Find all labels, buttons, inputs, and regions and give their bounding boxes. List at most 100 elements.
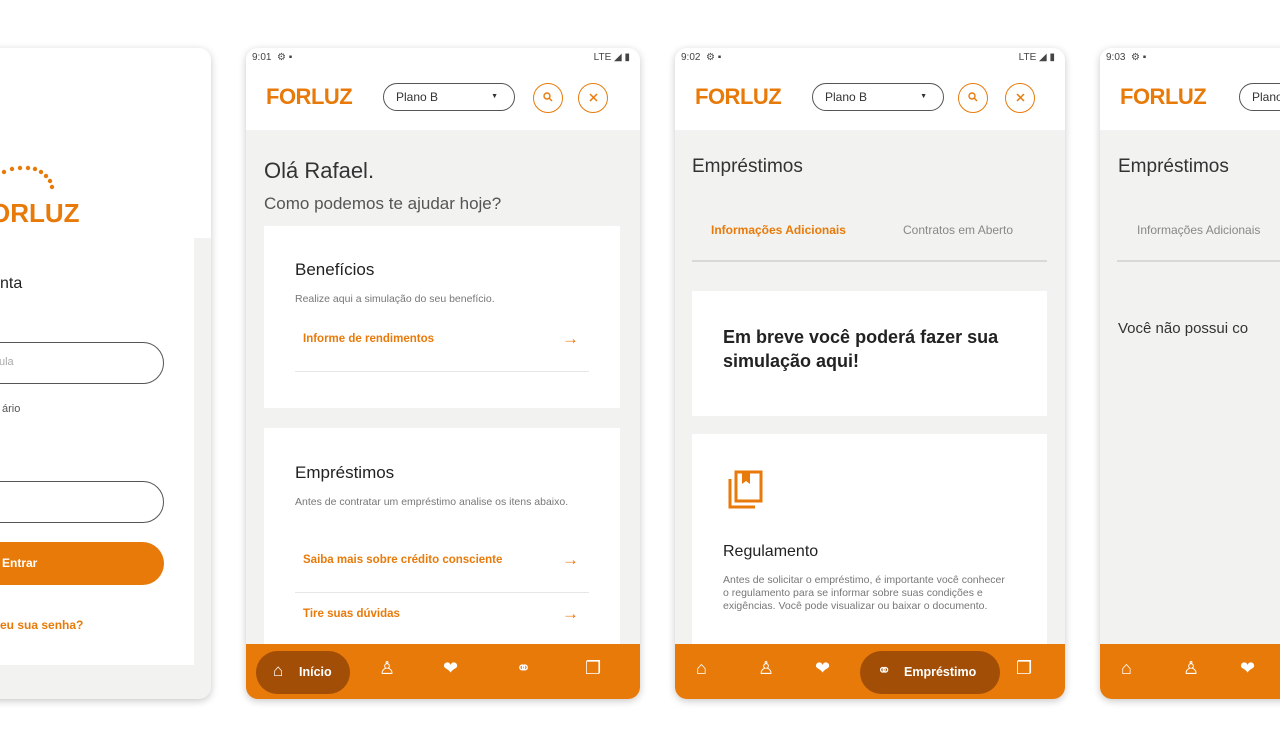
tab-informacoes-adicionais[interactable]: Informações Adicionais — [711, 223, 846, 237]
chevron-down-icon: ▼ — [920, 93, 927, 100]
close-icon — [588, 93, 598, 102]
link-tire-duvidas[interactable]: Tire suas dúvidas → — [295, 592, 589, 647]
search-icon — [968, 92, 978, 102]
bottom-navigation: ⌂ Início ♙ ❤ ⚭ ❐ — [246, 644, 640, 699]
plan-select[interactable]: Plano — [1239, 83, 1280, 111]
nav-emprestimo[interactable]: ⚭ — [516, 658, 531, 679]
login-title: nta — [0, 275, 23, 292]
search-icon — [543, 92, 553, 102]
search-button[interactable] — [958, 83, 988, 113]
link-label: Informe de rendimentos — [303, 333, 434, 345]
phone-home-screen: 9:01 ⚙ ▪ LTE ◢ ▮ FORLUZ Plano B ▼ Olá Ra… — [246, 48, 640, 699]
tab-divider — [1117, 260, 1280, 262]
home-icon: ⌂ — [696, 658, 707, 678]
login-card: nta ula ário Entrar eu sua senha? — [0, 238, 194, 665]
nav-label: Empréstimo — [904, 665, 977, 679]
handshake-icon: ⚭ — [516, 658, 532, 678]
regulamento-title: Regulamento — [723, 543, 819, 560]
nav-inicio[interactable]: ⌂ — [696, 658, 707, 679]
tab-informacoes-adicionais[interactable]: Informações Adicionais — [1137, 223, 1260, 237]
arrow-right-icon: → — [562, 550, 579, 569]
close-button[interactable] — [1005, 83, 1035, 113]
status-time: 9:01 ⚙ ▪ — [252, 52, 293, 63]
greeting-subtitle: Como podemos te ajudar hoje? — [264, 194, 502, 213]
page-title: Empréstimos — [692, 156, 803, 177]
arrow-right-icon: → — [562, 604, 579, 623]
app-logo: ORLUZ — [0, 198, 80, 228]
search-button[interactable] — [533, 83, 563, 113]
nav-documentos[interactable]: ❐ — [585, 658, 601, 679]
chevron-down-icon: ▼ — [491, 93, 498, 100]
beneficios-card: Benefícios Realize aqui a simulação do s… — [264, 226, 620, 408]
card-description: Antes de contratar um empréstimo analise… — [295, 496, 569, 508]
emprestimos-card: Empréstimos Antes de contratar um emprés… — [264, 428, 620, 658]
nav-person[interactable]: ♙ — [1183, 658, 1199, 679]
link-informe-rendimentos[interactable]: Informe de rendimentos → — [295, 317, 589, 372]
tab-contratos-em-aberto[interactable]: Contratos em Aberto — [903, 223, 1045, 237]
nav-person[interactable]: ♙ — [758, 658, 774, 679]
link-credito-consciente[interactable]: Saiba mais sobre crédito consciente → — [295, 538, 589, 593]
handshake-icon: ⚭ — [877, 661, 892, 680]
signal-indicator: LTE ◢ ▮ — [1018, 52, 1055, 63]
logo-arc-icon — [1, 165, 55, 190]
status-bar: 9:02 ⚙ ▪ LTE ◢ ▮ — [681, 52, 1055, 68]
hand-heart-icon: ❤ — [443, 658, 459, 678]
matricula-placeholder: ula — [0, 356, 14, 368]
nav-documentos[interactable]: ❐ — [1016, 658, 1032, 679]
plan-select[interactable]: Plano B ▼ — [812, 83, 944, 111]
phone-emprestimos-screen: 9:02 ⚙ ▪ LTE ◢ ▮ FORLUZ Plano B ▼ Emprés… — [675, 48, 1065, 699]
plan-select-value: Plano B — [825, 90, 868, 104]
simulation-soon-card: Em breve você poderá fazer sua simulação… — [692, 291, 1047, 416]
close-icon — [1015, 93, 1025, 102]
login-button-label: Entrar — [2, 556, 38, 570]
nav-label: Início — [299, 665, 332, 679]
hand-heart-icon: ❤ — [815, 658, 831, 678]
empty-state-text: Você não possui co — [1118, 320, 1249, 337]
signal-indicator: LTE ◢ ▮ — [593, 52, 630, 63]
phone-emprestimos-empty-screen: 9:03 ⚙ ▪ FORLUZ Plano Empréstimos Inform… — [1100, 48, 1280, 699]
hand-heart-icon: ❤ — [1240, 658, 1256, 678]
home-icon: ⌂ — [1121, 658, 1132, 678]
status-bar: 9:03 ⚙ ▪ — [1106, 52, 1280, 68]
page-title: Empréstimos — [1118, 156, 1229, 177]
nav-beneficios[interactable]: ❤ — [443, 658, 458, 679]
status-time: 9:02 ⚙ ▪ — [681, 52, 722, 63]
cards-icon: ❐ — [585, 658, 602, 678]
greeting: Olá Rafael. — [264, 158, 375, 183]
card-title: Empréstimos — [295, 463, 395, 482]
link-label: Tire suas dúvidas — [303, 608, 400, 620]
password-input[interactable] — [0, 481, 164, 523]
home-icon: ⌂ — [273, 661, 284, 680]
simulation-soon-text: Em breve você poderá fazer sua simulação… — [723, 327, 999, 371]
regulamento-card: Regulamento Antes de solicitar o emprést… — [692, 434, 1047, 649]
forgot-password-link[interactable]: eu sua senha? — [0, 618, 83, 632]
nav-inicio[interactable]: ⌂ Início — [256, 651, 350, 694]
document-icon — [728, 470, 763, 509]
regulamento-description: Antes de solicitar o empréstimo, é impor… — [723, 574, 1005, 612]
login-button[interactable]: Entrar — [0, 542, 164, 585]
app-header: 9:02 ⚙ ▪ LTE ◢ ▮ FORLUZ Plano B ▼ — [675, 48, 1065, 130]
person-icon: ♙ — [1183, 658, 1200, 678]
card-title: Benefícios — [295, 260, 375, 279]
tab-divider — [692, 260, 1047, 262]
matricula-input[interactable]: ula — [0, 342, 164, 384]
app-logo: FORLUZ — [1120, 84, 1207, 109]
arrow-right-icon: → — [562, 329, 579, 348]
app-logo: FORLUZ — [695, 84, 782, 109]
nav-person[interactable]: ♙ — [379, 658, 395, 679]
nav-inicio[interactable]: ⌂ — [1121, 658, 1132, 679]
cards-icon: ❐ — [1016, 658, 1033, 678]
link-label: Saiba mais sobre crédito consciente — [303, 554, 503, 566]
bottom-navigation: ⌂ ♙ ❤ ⚭ Empréstimo ❐ — [675, 644, 1065, 699]
status-bar: 9:01 ⚙ ▪ LTE ◢ ▮ — [252, 52, 630, 68]
person-icon: ♙ — [379, 658, 396, 678]
card-description: Realize aqui a simulação do seu benefíci… — [295, 293, 495, 305]
nav-beneficios[interactable]: ❤ — [1240, 658, 1255, 679]
nav-emprestimo[interactable]: ⚭ Empréstimo — [860, 651, 1000, 694]
app-header: 9:03 ⚙ ▪ FORLUZ Plano — [1100, 48, 1280, 130]
nav-beneficios[interactable]: ❤ — [815, 658, 830, 679]
plan-select[interactable]: Plano B ▼ — [383, 83, 515, 111]
person-icon: ♙ — [758, 658, 775, 678]
app-logo: FORLUZ — [266, 84, 353, 109]
close-button[interactable] — [578, 83, 608, 113]
